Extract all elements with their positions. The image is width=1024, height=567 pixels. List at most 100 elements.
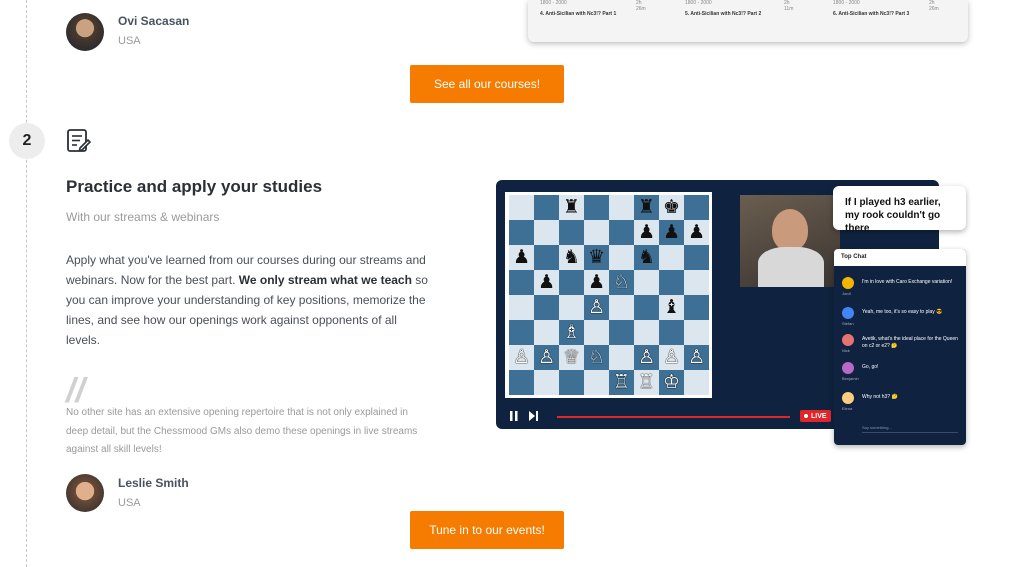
course-title: 4. Anti-Sicilian with Nc3!? Part 1 [540,11,617,17]
course-item[interactable]: 1800 - 2000 2h 11m 5. Anti-Sicilian with… [685,0,793,17]
board-square [684,195,709,220]
course-title: 6. Anti-Sicilian with Nc3!? Part 3 [833,11,910,17]
course-level: 1800 - 2000 [685,0,712,6]
avatar [842,392,854,404]
board-square [659,270,684,295]
chess-board: ♜ ♜ ♚ ♟ ♟ ♟ ♟ ♞ ♛ ♞ ♟ ♟ ♘ ♙ ♝ ♗ ♙ ♙ ♕ ♘ ♙ ♙ ♙ ♖ ♖ ♔ [505,192,712,398]
board-square [584,370,609,395]
board-square [684,370,709,395]
chess-piece-icon: ♛ [587,246,606,268]
streamer-figure [758,247,824,287]
board-square [534,370,559,395]
chat-username: Benjamin [842,376,859,381]
board-square [509,270,534,295]
board-square [659,245,684,270]
chess-piece-icon: ♟ [687,221,706,243]
board-square [634,295,659,320]
board-square [634,320,659,345]
chess-piece-icon: ♖ [612,371,631,393]
chess-piece-icon: ♔ [662,371,681,393]
board-square: ♙ [634,345,659,370]
streamer-figure [772,209,808,251]
chess-piece-icon: ♘ [587,346,606,368]
chess-piece-icon: ♟ [662,221,681,243]
board-square [509,320,534,345]
board-square [559,220,584,245]
chess-piece-icon: ♚ [662,196,681,218]
board-square: ♘ [584,345,609,370]
board-square: ♚ [659,195,684,220]
board-square [634,270,659,295]
chat-input[interactable]: Say something... [862,425,958,433]
progress-bar[interactable] [557,416,790,418]
board-square: ♜ [634,195,659,220]
chess-piece-icon: ♗ [562,321,581,343]
live-label: LIVE [811,412,827,420]
description-highlight: We only stream what we teach [238,273,412,287]
board-square [534,220,559,245]
chess-piece-icon: ♙ [687,346,706,368]
board-square: ♝ [659,295,684,320]
board-square [609,195,634,220]
board-square [609,220,634,245]
course-duration: 2h 26m [929,0,939,12]
course-level: 1800 - 2000 [540,0,567,6]
chat-username: Elena [842,406,853,411]
live-chat-panel: Top Chat I'm in love with Caro Exchange … [834,249,966,445]
course-item[interactable]: 1800 - 2000 2h 26m 6. Anti-Sicilian with… [833,0,939,17]
timeline-line [26,0,27,567]
see-all-courses-button[interactable]: See all our courses! [410,65,564,103]
board-square: ♕ [559,345,584,370]
chat-message-text: Yeah, me too, it's so easy to play 😎 [862,309,943,315]
board-square: ♟ [634,220,659,245]
board-square [684,320,709,345]
avatar [66,13,104,51]
chess-piece-icon: ♞ [637,246,656,268]
testimonial-author: Leslie Smith [118,476,189,490]
board-square: ♘ [609,270,634,295]
notes-icon [67,129,92,152]
section-title: Practice and apply your studies [66,177,323,196]
board-square: ♛ [584,245,609,270]
chat-username: Stefan [842,321,854,326]
board-square: ♟ [534,270,559,295]
board-square [684,270,709,295]
chat-message-text: Go, go! [862,364,879,370]
board-square: ♖ [634,370,659,395]
board-square: ♙ [684,345,709,370]
board-square [509,295,534,320]
chat-message-text: I'm in love with Caro Exchange variation… [862,279,953,285]
board-square [509,195,534,220]
next-icon[interactable] [528,410,539,422]
course-duration: 2h 26m [636,0,646,12]
board-square [534,245,559,270]
board-square [684,295,709,320]
chess-piece-icon: ♜ [637,196,656,218]
pause-icon[interactable] [509,410,519,422]
board-square [559,370,584,395]
chess-piece-icon: ♙ [662,346,681,368]
board-square: ♟ [509,245,534,270]
course-item[interactable]: 1800 - 2000 2h 26m 4. Anti-Sicilian with… [540,0,646,17]
board-square [609,320,634,345]
chess-piece-icon: ♙ [587,296,606,318]
section-subtitle: With our streams & webinars [66,210,220,224]
chess-piece-icon: ♞ [562,246,581,268]
board-square: ♟ [659,220,684,245]
tune-in-button[interactable]: Tune in to our events! [410,511,564,549]
board-square: ♖ [609,370,634,395]
testimonial-country: USA [118,497,141,509]
chess-piece-icon: ♟ [512,246,531,268]
board-square [534,295,559,320]
course-level: 1800 - 2000 [833,0,860,6]
board-square: ♗ [559,320,584,345]
board-square: ♙ [659,345,684,370]
live-badge: LIVE [800,410,831,422]
board-square [584,195,609,220]
board-square: ♟ [684,220,709,245]
board-square [609,245,634,270]
board-square: ♜ [559,195,584,220]
testimonial-country: USA [118,35,141,47]
chat-username: Jordi [842,291,851,296]
board-square [559,295,584,320]
